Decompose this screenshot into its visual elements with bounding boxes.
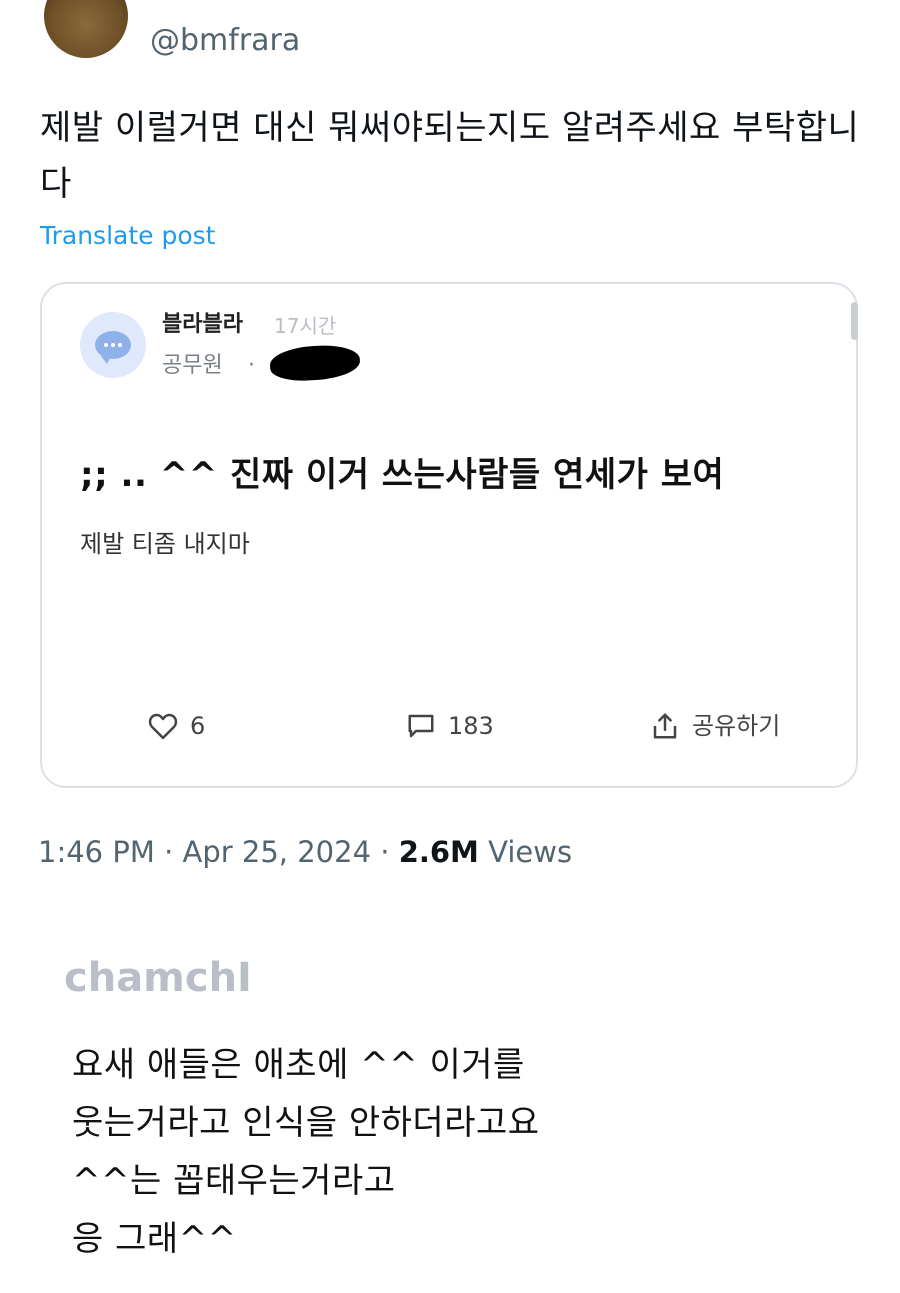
comment-line: ^^는 꼽태우는거라고 [72,1161,396,1201]
avatar[interactable] [44,0,128,58]
comment-count: 183 [448,712,494,740]
comment-button[interactable]: 183 [406,706,494,746]
like-count: 6 [190,712,206,740]
comment-text: 요새 애들은 애초에 ^^ 이거를 웃는거라고 인식을 안하더라고요 ^^는 꼽… [72,1036,872,1268]
share-icon [653,713,677,739]
quote-job: 공무원 [162,353,223,378]
comment-line: 응 그래^^ [72,1219,237,1259]
comment-icon [408,714,434,738]
separator-dot: · [248,353,255,378]
translate-post-link[interactable]: Translate post [40,220,215,252]
user-handle[interactable]: @bmfrara [150,26,300,56]
post-meta: 1:46 PM · Apr 25, 2024 · 2.6M Views [38,832,572,872]
share-button[interactable]: 공유하기 [650,706,780,746]
quote-avatar [80,312,146,378]
quote-time: 17시간 [274,314,337,338]
comment-line: 웃는거라고 인식을 안하더라고요 [72,1103,540,1143]
quote-title: ;; .. ^^ 진짜 이거 쓰는사람들 연세가 보여 [80,455,725,495]
chat-bubble-icon [95,331,131,364]
share-label: 공유하기 [692,712,781,740]
quote-body: 제발 티좀 내지마 [80,530,250,558]
post-timestamp[interactable]: 1:46 PM · Apr 25, 2024 · [38,835,399,869]
views-count: 2.6M [398,835,479,869]
quote-author-name: 블라블라 [162,312,243,337]
like-button[interactable]: 6 [148,706,205,746]
views-label: Views [478,835,573,869]
post-text: 제발 이럴거면 대신 뭐써야되는지도 알려주세요 부탁합니다 [40,108,860,204]
heart-icon [148,713,178,740]
scrollbar-thumb[interactable] [851,302,858,340]
comment-line: 요새 애들은 애초에 ^^ 이거를 [72,1045,525,1085]
commenter-name: chamchI [64,955,252,1001]
